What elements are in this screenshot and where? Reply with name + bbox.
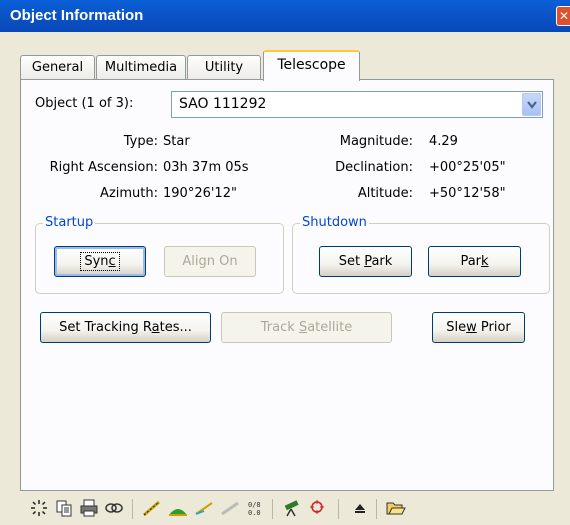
magnitude-value: 4.29 — [429, 134, 458, 149]
print-icon[interactable] — [79, 499, 99, 519]
azimuth-label: Azimuth: — [100, 186, 158, 201]
ra-value: 03h 37m 05s — [163, 160, 249, 175]
set-tracking-rates-button[interactable]: Set Tracking Rates... — [40, 312, 211, 343]
chevron-down-icon[interactable] — [522, 93, 541, 116]
align-on-button[interactable]: Align On — [164, 246, 256, 277]
tab-utility[interactable]: Utility — [187, 55, 261, 80]
link-icon[interactable] — [104, 499, 124, 519]
declination-value: +00°25'05" — [429, 160, 506, 175]
shutdown-title: Shutdown — [300, 215, 369, 231]
magnitude-label: Magnitude: — [339, 134, 413, 149]
svg-text:0.0: 0.0 — [248, 509, 261, 517]
title-bar: Object Information — [0, 0, 570, 32]
window-title: Object Information — [10, 7, 144, 24]
open-folder-icon[interactable] — [386, 499, 406, 519]
type-value: Star — [163, 134, 190, 149]
center-target-icon[interactable] — [29, 499, 49, 519]
dim-icon[interactable] — [220, 499, 240, 519]
telescope-icon[interactable] — [282, 499, 302, 519]
set-park-button[interactable]: Set Park — [319, 246, 412, 277]
telescope-panel: Object (1 of 3): SAO 111292 Type: Star R… — [20, 79, 554, 491]
tab-multimedia[interactable]: Multimedia — [96, 55, 186, 80]
svg-text:0/8: 0/8 — [248, 501, 261, 509]
laser-icon[interactable] — [194, 499, 214, 519]
copy-icon[interactable] — [54, 499, 74, 519]
bottom-toolbar: 0/8 0.0 — [20, 491, 554, 525]
telescope-path-icon[interactable] — [142, 499, 162, 519]
declination-label: Declination: — [335, 160, 413, 175]
data-table-icon[interactable]: 0/8 0.0 — [246, 499, 266, 519]
shutdown-group: Shutdown Set Park Park — [292, 215, 550, 294]
toolbar-separator — [338, 499, 339, 519]
up-arrow-icon[interactable] — [350, 499, 370, 519]
startup-title: Startup — [43, 215, 96, 231]
tab-general[interactable]: General — [20, 55, 95, 80]
azimuth-value: 190°26'12" — [163, 186, 237, 201]
toolbar-separator — [132, 499, 133, 519]
close-icon[interactable]: ✕ — [556, 6, 570, 26]
startup-group: Startup Sync Align On — [35, 215, 284, 294]
track-satellite-button[interactable]: Track Satellite — [221, 312, 392, 343]
object-select-value: SAO 111292 — [179, 96, 267, 112]
type-label: Type: — [123, 134, 158, 149]
crosshair-icon[interactable] — [308, 499, 328, 519]
park-button[interactable]: Park — [428, 246, 521, 277]
slew-prior-button[interactable]: Slew Prior — [432, 312, 525, 343]
altitude-value: +50°12'58" — [429, 186, 506, 201]
altitude-label: Altitude: — [357, 186, 413, 201]
toolbar-separator — [376, 499, 377, 519]
horizon-icon[interactable] — [168, 499, 188, 519]
tab-telescope[interactable]: Telescope — [263, 50, 360, 81]
sync-button[interactable]: Sync — [54, 246, 146, 277]
toolbar-separator — [272, 499, 273, 519]
ra-label: Right Ascension: — [49, 160, 158, 175]
object-label: Object (1 of 3): — [35, 96, 134, 111]
object-select[interactable]: SAO 111292 — [171, 91, 543, 118]
